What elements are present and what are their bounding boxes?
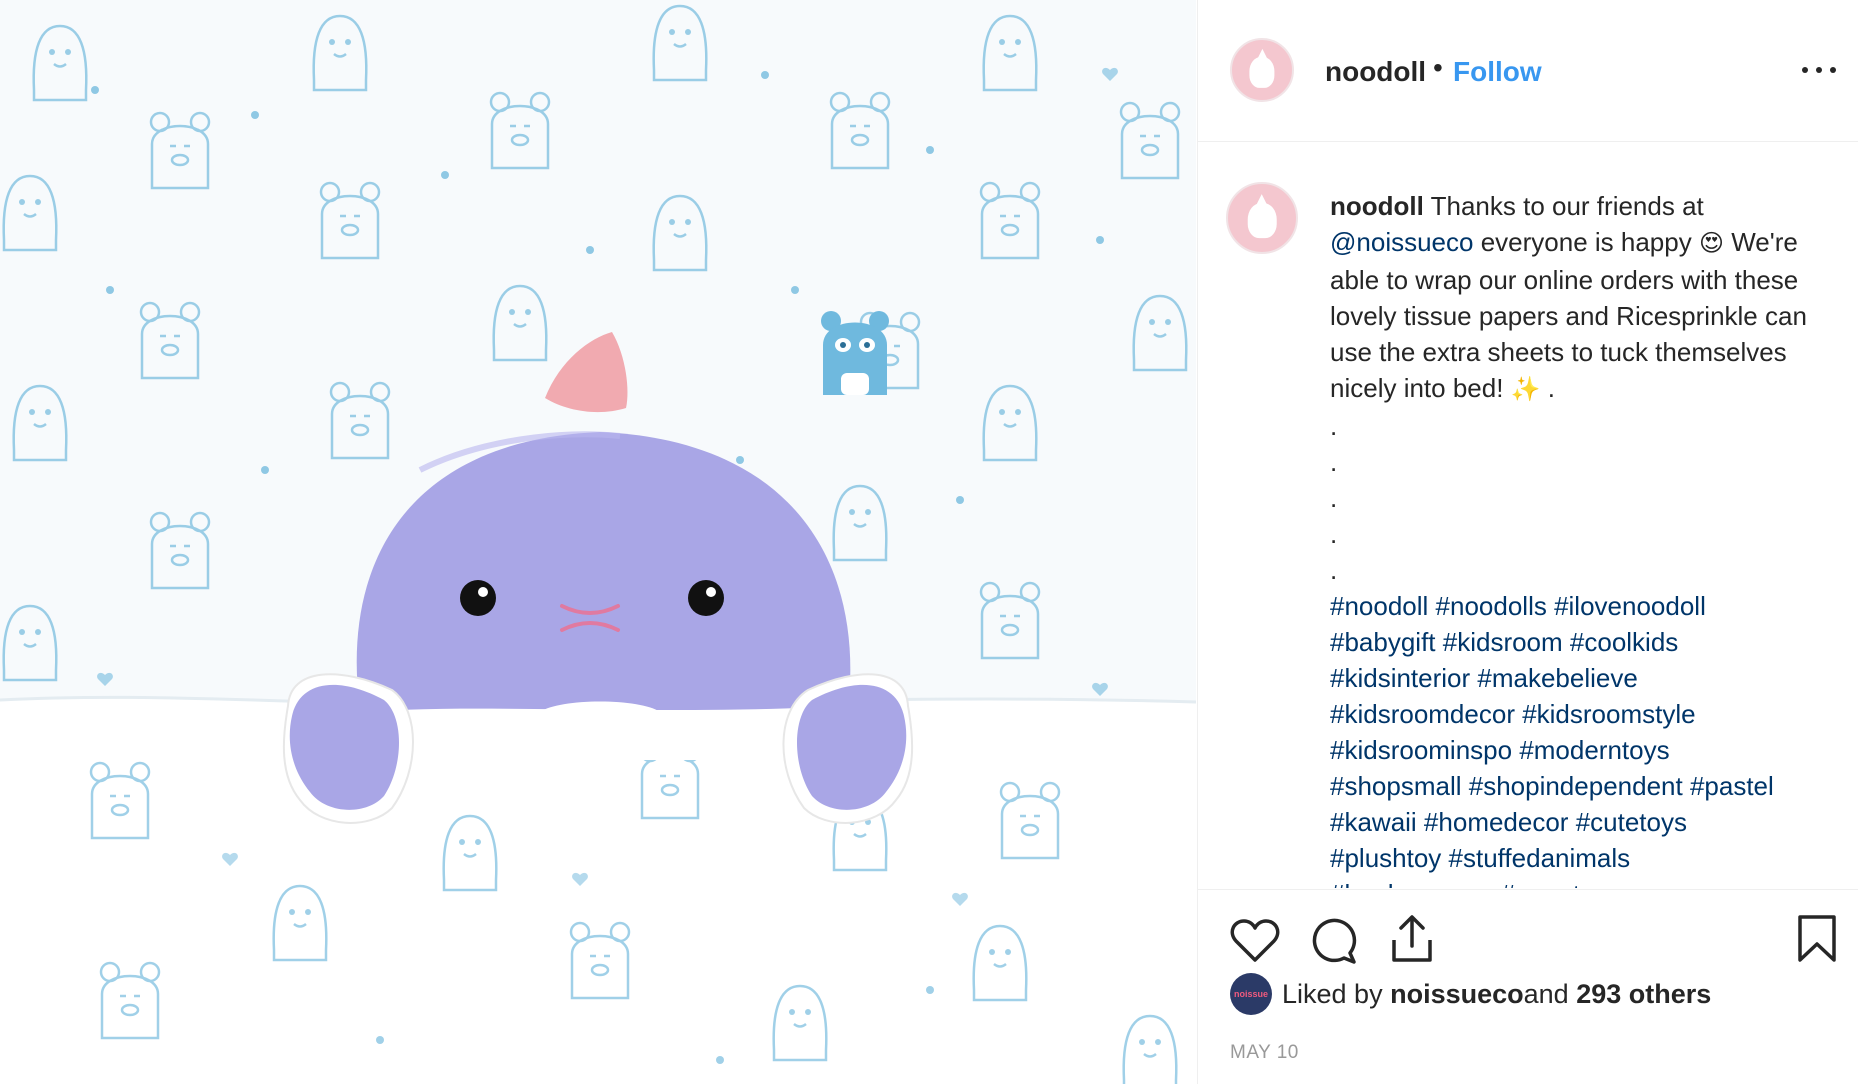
caption-username[interactable]: noodoll	[1330, 191, 1424, 221]
hashtag-line[interactable]: #babygift #kidsroom #coolkids	[1330, 624, 1842, 660]
bookmark-icon[interactable]	[1796, 914, 1838, 969]
mention-link[interactable]: @noissueco	[1330, 227, 1473, 257]
comment-icon[interactable]	[1310, 917, 1358, 970]
likes-summary[interactable]: noissue Liked by noissueco and 293 other…	[1230, 972, 1711, 1016]
caption-dot: .	[1330, 411, 1338, 441]
post-actions: noissue Liked by noissueco and 293 other…	[1198, 889, 1858, 1085]
sparkles-emoji: ✨	[1510, 376, 1541, 403]
hashtag-line[interactable]: #kidsroominspo #moderntoys	[1330, 732, 1842, 768]
post-date[interactable]: MAY 10	[1230, 1042, 1299, 1064]
hashtag-line[interactable]: #kidsroomdecor #kidsroomstyle	[1330, 696, 1842, 732]
caption-dot: .	[1330, 483, 1338, 513]
comments-area[interactable]: noodoll Thanks to our friends at @noissu…	[1198, 142, 1858, 888]
share-icon[interactable]	[1388, 914, 1436, 969]
header-username[interactable]: noodoll	[1325, 56, 1426, 88]
liker-username[interactable]: noissueco	[1390, 979, 1524, 1010]
liker-avatar[interactable]: noissue	[1230, 973, 1272, 1015]
hashtag-line[interactable]: #londonmums #mumtrepreneur	[1330, 876, 1842, 888]
caption-text-3-end: .	[1540, 373, 1556, 403]
caption-dot: .	[1330, 555, 1338, 585]
separator-dot: •	[1433, 52, 1443, 83]
caption-dot: .	[1330, 519, 1338, 549]
follow-button[interactable]: Follow	[1453, 56, 1542, 88]
likes-prefix: Liked by	[1282, 978, 1383, 1009]
photo-illustration	[0, 0, 1196, 1084]
post-side-panel: noodoll • Follow noodoll Thanks to our f…	[1197, 0, 1858, 1084]
heart-eyes-emoji: 😍	[1698, 230, 1724, 257]
hashtag-line[interactable]: #kawaii #homedecor #cutetoys	[1330, 804, 1842, 840]
profile-avatar[interactable]	[1230, 38, 1294, 102]
hashtag-line[interactable]: #shopsmall #shopindependent #pastel	[1330, 768, 1842, 804]
more-options-icon[interactable]	[1802, 55, 1836, 85]
post-caption: noodoll Thanks to our friends at @noissu…	[1330, 188, 1842, 888]
caption-dot: .	[1330, 447, 1338, 477]
heart-icon[interactable]	[1230, 918, 1280, 969]
caption-text-1: Thanks to our friends at	[1423, 191, 1704, 221]
likes-middle: and	[1523, 978, 1569, 1009]
hashtag-line[interactable]: #kidsinterior #makebelieve	[1330, 660, 1842, 696]
caption-text-2: everyone is happy	[1473, 227, 1699, 257]
post-photo[interactable]	[0, 0, 1196, 1084]
hashtag-line[interactable]: #plushtoy #stuffedanimals	[1330, 840, 1842, 876]
likes-count[interactable]: 293 others	[1576, 979, 1711, 1010]
post-header: noodoll • Follow	[1198, 0, 1858, 142]
caption-avatar[interactable]	[1226, 182, 1298, 254]
hashtag-line[interactable]: #noodoll #noodolls #ilovenoodoll	[1330, 588, 1842, 624]
